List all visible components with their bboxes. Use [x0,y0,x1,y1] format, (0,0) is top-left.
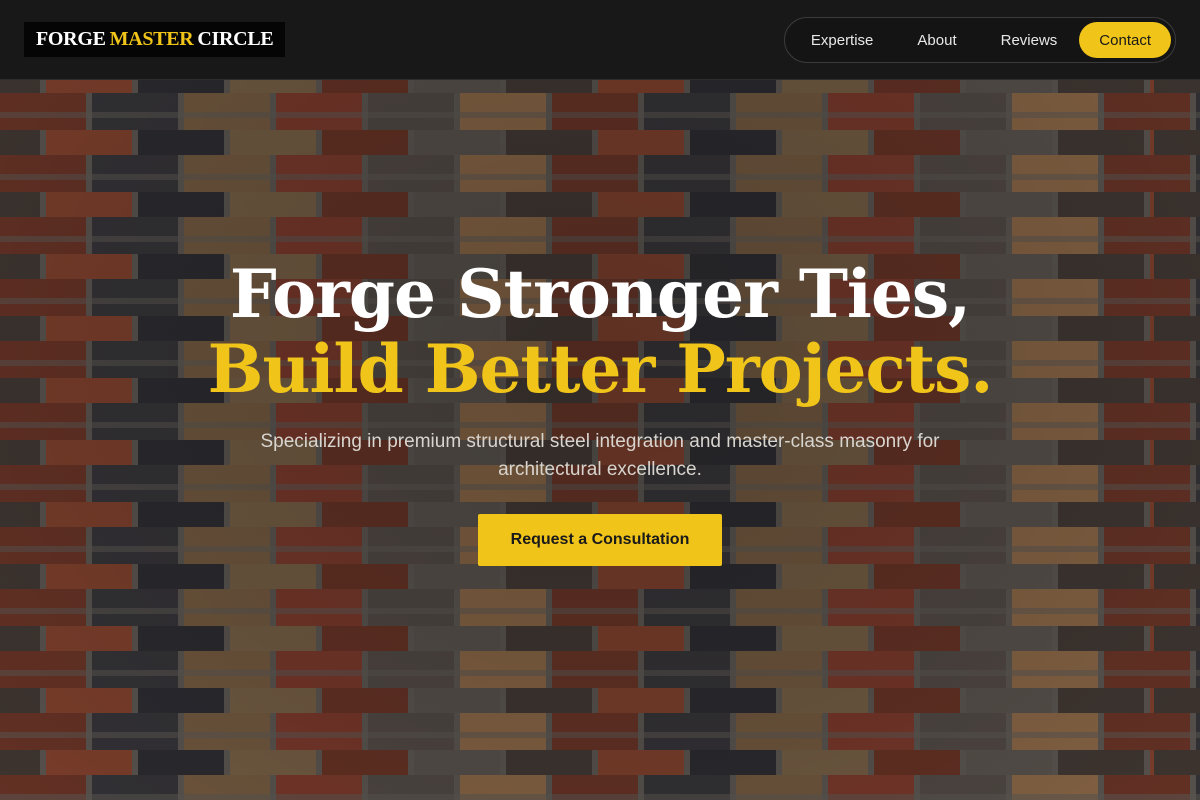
nav-item-expertise[interactable]: Expertise [789,22,896,58]
nav-item-about[interactable]: About [895,22,978,58]
logo-text-forge: FORGE [36,28,106,50]
request-consultation-button[interactable]: Request a Consultation [478,514,722,566]
site-header: FORGE MASTER CIRCLE Expertise About Revi… [0,0,1200,80]
nav-item-reviews[interactable]: Reviews [979,22,1080,58]
headline-line-2: Build Better Projects. [207,330,994,408]
site-logo[interactable]: FORGE MASTER CIRCLE [24,22,286,57]
main-nav: Expertise About Reviews Contact [783,17,1176,63]
hero-subtitle: Specializing in premium structural steel… [260,431,940,480]
headline-line-1: Forge Stronger Ties, [229,255,971,333]
hero-headline: Forge Stronger Ties, Build Better Projec… [0,256,1200,406]
hero-section: Forge Stronger Ties, Build Better Projec… [0,256,1200,566]
logo-text-circle: CIRCLE [197,28,274,50]
nav-item-contact[interactable]: Contact [1079,22,1171,58]
logo-text-master: MASTER [109,28,194,50]
